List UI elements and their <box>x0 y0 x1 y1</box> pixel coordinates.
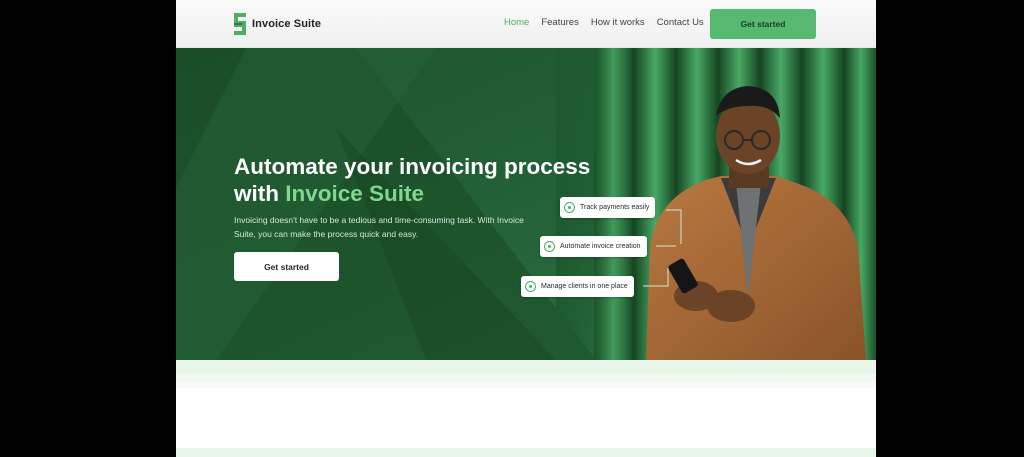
nav-link-contact-us[interactable]: Contact Us <box>657 17 704 28</box>
check-circle-icon <box>525 281 536 292</box>
section-divider-band <box>176 360 876 374</box>
feature-tag-automate-invoice: Automate invoice creation <box>540 236 647 257</box>
feature-tag-label: Manage clients in one place <box>541 283 628 290</box>
feature-tag-label: Track payments easily <box>580 204 650 211</box>
hero-get-started-button[interactable]: Get started <box>234 252 339 281</box>
feature-tag-track-payments: Track payments easily <box>560 197 656 218</box>
hero-section: Automate your invoicing process with Inv… <box>176 48 876 360</box>
feature-tag-label: Automate invoice creation <box>560 243 641 250</box>
brand-name: Invoice Suite <box>252 18 322 30</box>
brand-logo-link[interactable]: Invoice Suite <box>233 12 321 36</box>
top-navbar: Invoice Suite Home Features How it works… <box>176 0 876 48</box>
nav-link-home[interactable]: Home <box>504 17 529 28</box>
content-area <box>176 388 876 448</box>
next-section-band <box>176 448 876 457</box>
nav-get-started-button[interactable]: Get started <box>710 9 816 39</box>
feature-tag-manage-clients: Manage clients in one place <box>521 276 634 297</box>
nav-link-features[interactable]: Features <box>541 17 579 28</box>
check-circle-icon <box>544 241 555 252</box>
hero-description: Invoicing doesn't have to be a tedious a… <box>234 215 524 239</box>
main-nav: Home Features How it works Contact Us <box>504 17 716 28</box>
check-circle-icon <box>564 202 575 213</box>
hero-title: Automate your invoicing process with Inv… <box>234 153 594 207</box>
invoice-suite-logo-icon <box>234 13 246 35</box>
browser-viewport: Invoice Suite Home Features How it works… <box>176 0 876 457</box>
nav-link-how-it-works[interactable]: How it works <box>591 17 645 28</box>
section-divider-band <box>176 374 876 382</box>
hero-title-accent: Invoice Suite <box>285 181 425 206</box>
